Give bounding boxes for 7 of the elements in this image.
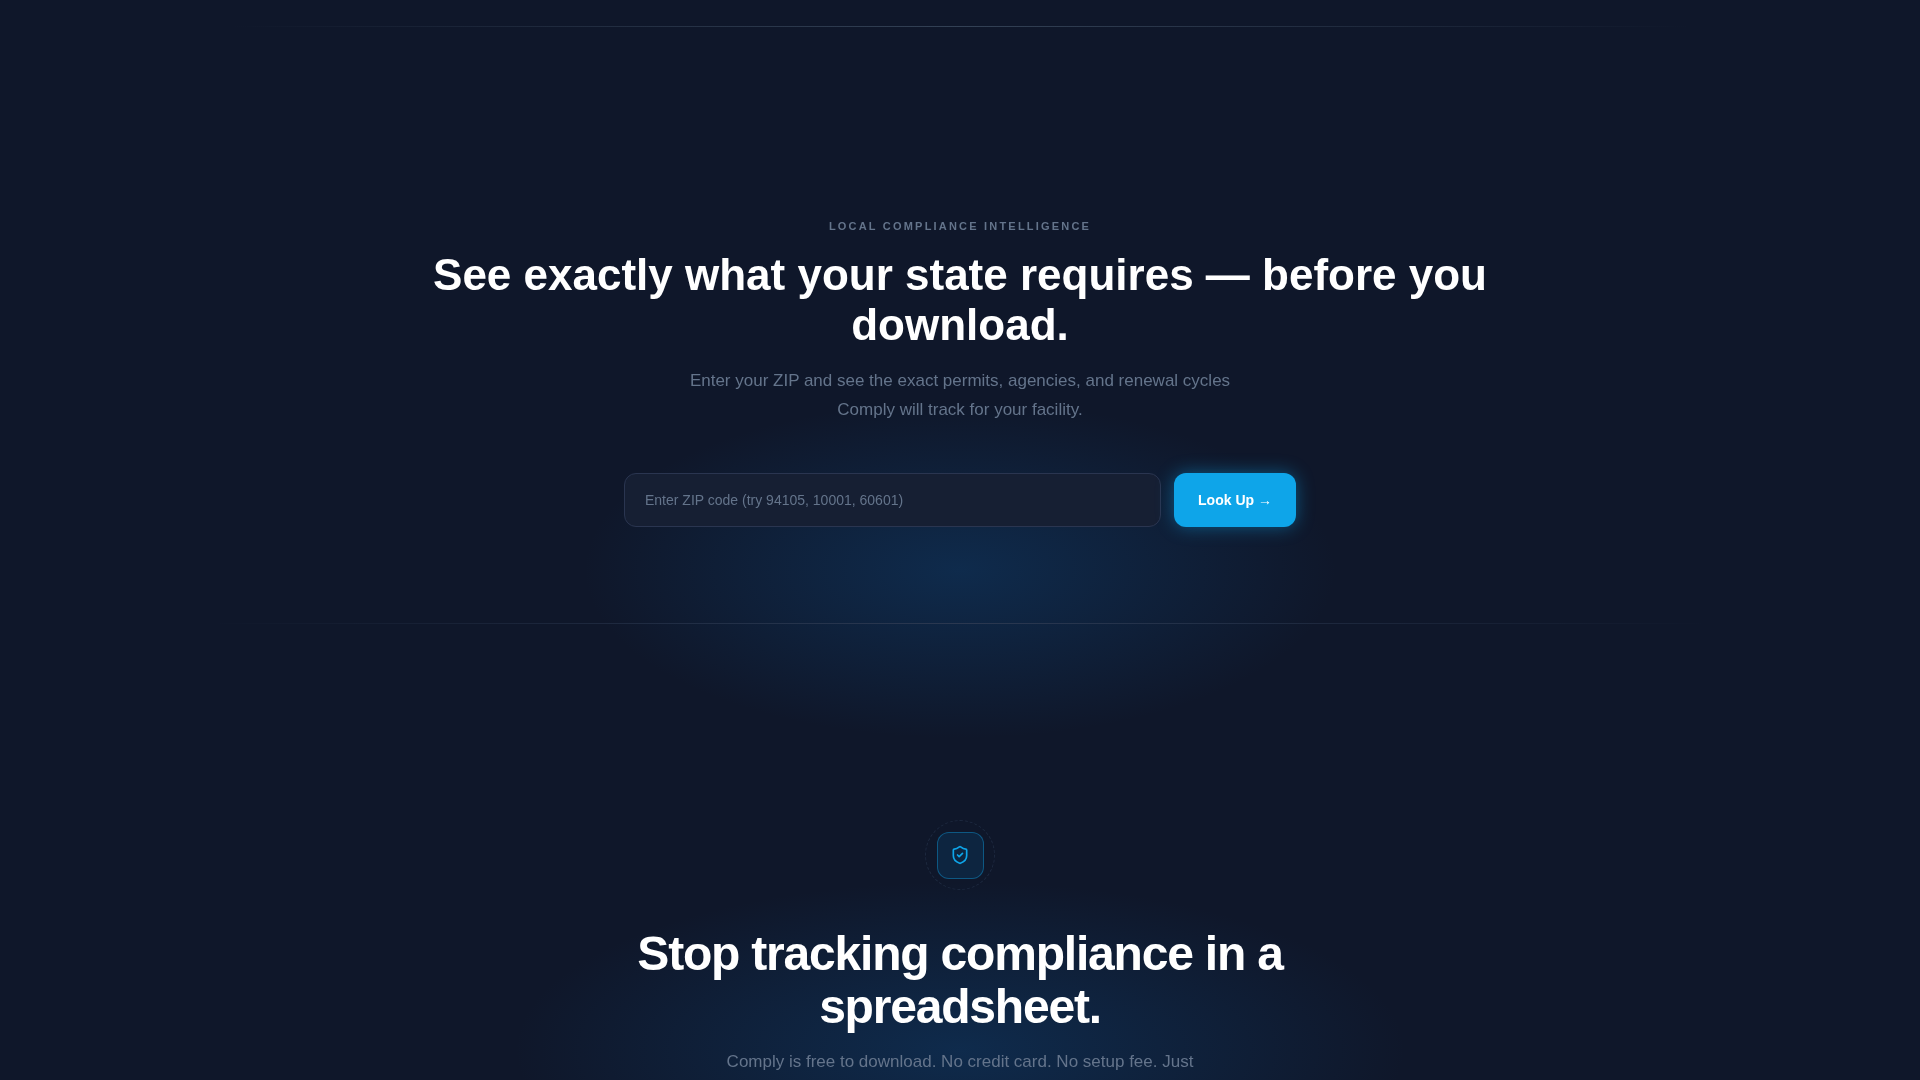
cta-text: Comply is free to download. No credit card. No setup fee. Just <box>726 1051 1194 1073</box>
look-up-button[interactable]: Look Up → <box>1174 473 1296 527</box>
hero-subtitle: Enter your ZIP and see the exact permits, agencies, and renewal cycles Comply will track for your facility. <box>688 370 1232 421</box>
eyebrow-label: LOCAL COMPLIANCE INTELLIGENCE <box>828 219 1092 234</box>
zip-input-field[interactable]: Enter ZIP code (try 94105, 10001, 60601) <box>624 473 1161 527</box>
cta-heading: Stop tracking compliance in a spreadsheet. <box>636 927 1285 1033</box>
hero-heading: See exactly what your state requires — before you download. <box>432 250 1488 350</box>
